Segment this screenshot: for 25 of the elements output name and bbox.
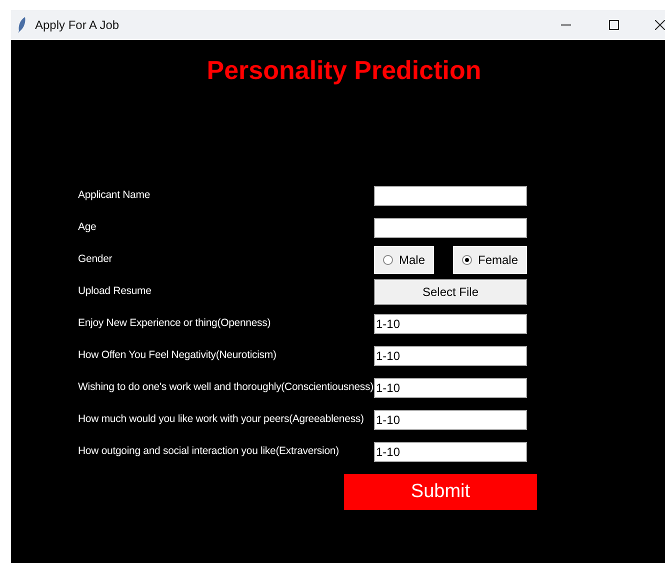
field-label: How outgoing and social interaction you like(Extraversion) <box>77 444 340 460</box>
select-file-button[interactable]: Select File <box>374 279 527 305</box>
feather-icon <box>17 16 27 34</box>
input-field[interactable] <box>374 218 527 238</box>
input-field[interactable]: 1-10 <box>374 410 527 430</box>
field-label: Gender <box>77 252 114 268</box>
field-label: Wishing to do one's work well and thoroughly(Conscientiousness) <box>77 380 374 396</box>
field-label: Applicant Name <box>77 188 152 204</box>
field-label: Enjoy New Experience or thing(Openness) <box>77 316 272 332</box>
window-title: Apply For A Job <box>35 17 120 34</box>
input-field[interactable] <box>374 186 527 206</box>
input-field[interactable]: 1-10 <box>374 442 527 462</box>
input-field[interactable]: 1-10 <box>374 346 527 366</box>
close-icon[interactable] <box>655 20 665 30</box>
field-label: How much would you like work with your peers(Agreeableness) <box>77 412 365 428</box>
input-field[interactable]: 1-10 <box>374 314 527 334</box>
radio-option[interactable]: Female <box>452 246 527 274</box>
app-heading: Personality Prediction <box>206 54 482 86</box>
field-label: Age <box>77 220 98 236</box>
submit-button[interactable]: Submit <box>344 474 537 510</box>
input-field[interactable]: 1-10 <box>374 378 527 398</box>
maximize-icon[interactable] <box>609 20 619 30</box>
field-label: Upload Resume <box>77 284 152 300</box>
field-label: How Offen You Feel Negativity(Neuroticism) <box>77 348 278 364</box>
radio-option[interactable]: Male <box>374 246 434 274</box>
